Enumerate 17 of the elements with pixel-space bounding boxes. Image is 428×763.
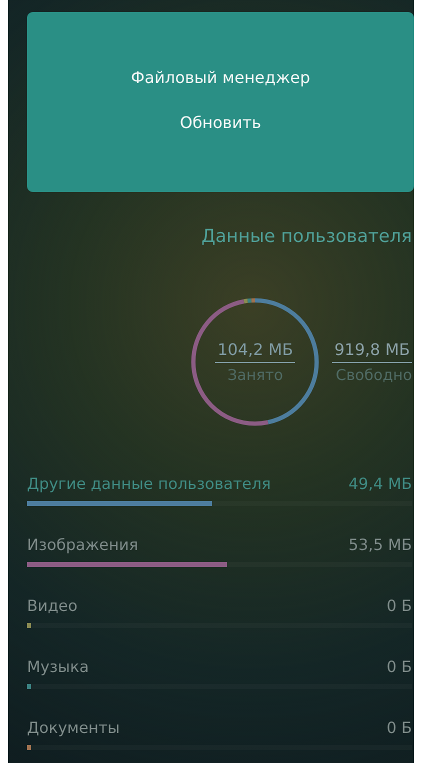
category-size: 0 Б [386,597,412,615]
used-label: Занято [228,365,284,384]
app-title: Файловый менеджер [130,68,310,87]
free-label: Свободно [336,365,412,384]
category-name: Изображения [27,536,138,554]
category-size: 0 Б [386,658,412,676]
category-name: Видео [27,597,78,615]
used-value: 104,2 МБ [215,340,296,363]
category-size: 53,5 МБ [348,536,412,554]
category-size: 0 Б [386,719,412,737]
category-name: Другие данные пользователя [27,475,271,493]
free-value: 919,8 МБ [332,340,412,363]
category-name: Музыка [27,658,89,676]
refresh-button[interactable]: Обновить [172,109,270,136]
category-name: Документы [27,719,120,737]
category-size: 49,4 МБ [348,475,412,493]
section-title: Данные пользователя [201,226,413,247]
